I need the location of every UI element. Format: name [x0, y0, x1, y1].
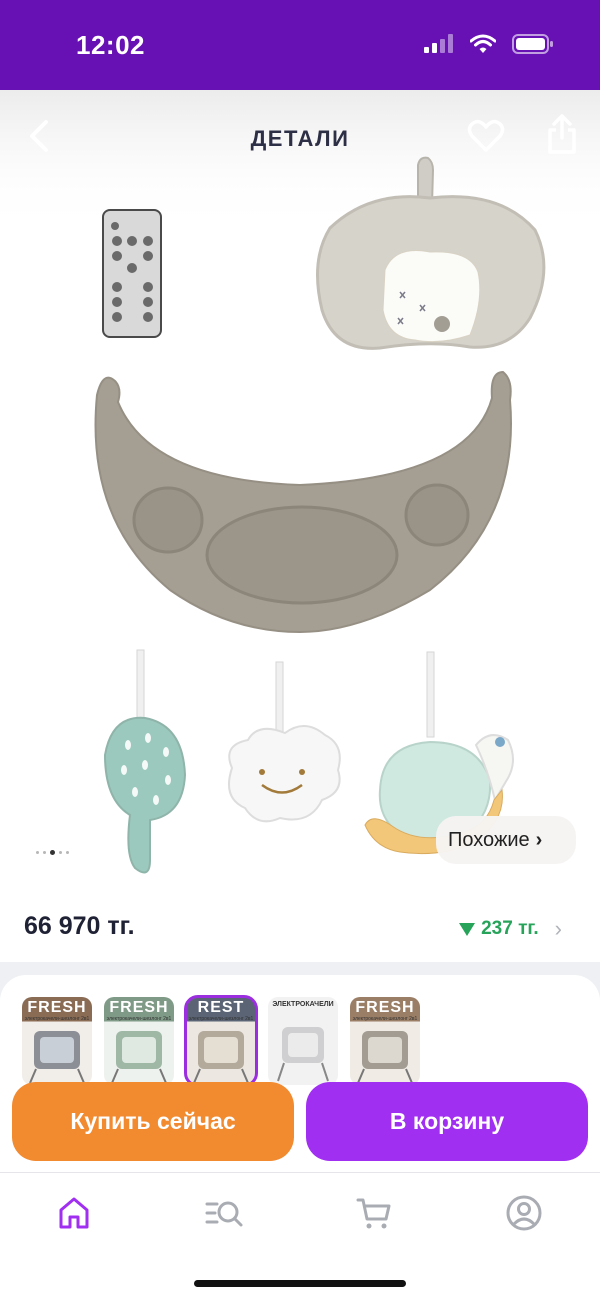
home-indicator[interactable] [194, 1280, 406, 1287]
variant-thumbnail[interactable]: FRESH электрокачели-шезлонг 2в1 [350, 997, 420, 1085]
product-image [94, 156, 546, 874]
chevron-right-icon: › [554, 916, 562, 941]
heart-icon[interactable] [466, 116, 506, 156]
tray-illustration [94, 370, 512, 634]
down-triangle-icon [459, 922, 476, 936]
remote-control-illustration [102, 209, 162, 338]
status-time: 12:02 [76, 30, 145, 60]
cart-icon[interactable] [354, 1193, 394, 1233]
page-dot-active [50, 850, 55, 855]
page-dot [36, 851, 39, 854]
profile-icon[interactable] [504, 1193, 544, 1233]
variant-thumbnail[interactable]: FRESH электрокачели-шезлонг 2в1 [104, 997, 174, 1085]
variant-thumbnails: FRESH электрокачели-шезлонг 2в1 FRESH эл… [22, 995, 420, 1087]
product-image-gallery[interactable] [0, 90, 600, 890]
gallery-page-indicator [36, 850, 69, 855]
similar-products-button[interactable]: Похожие › [436, 816, 576, 864]
buy-now-button[interactable]: Купить сейчас [12, 1082, 294, 1161]
page-title: ДЕТАЛИ [250, 126, 350, 151]
share-icon[interactable] [542, 112, 582, 156]
variant-image [111, 1031, 167, 1084]
product-details-screen: 12:02 ДЕТАЛИ Похожие › 66 970 тг. 237 тг… [0, 0, 600, 1300]
home-icon[interactable] [54, 1193, 94, 1233]
battery-icon [512, 34, 553, 54]
status-bar: 12:02 [0, 0, 600, 90]
variant-image [29, 1031, 85, 1084]
similar-label: Похожие [448, 828, 530, 851]
variant-image [193, 1031, 249, 1084]
add-to-cart-button[interactable]: В корзину [306, 1082, 588, 1161]
variant-image [357, 1031, 413, 1084]
chevron-right-icon: › [535, 828, 543, 851]
variant-image [277, 1027, 329, 1082]
signal-icon [424, 34, 453, 53]
price-change[interactable]: 237 тг. › [459, 916, 562, 942]
variant-thumbnail[interactable]: FRESH электрокачели-шезлонг 2в1 [22, 997, 92, 1085]
top-navigation-bar: ДЕТАЛИ [0, 90, 600, 182]
variant-thumbnail[interactable]: ЭЛЕКТРОКАЧЕЛИ [268, 997, 338, 1085]
head-pillow-illustration [316, 156, 546, 350]
page-dot [59, 851, 62, 854]
variant-thumbnail-selected[interactable]: REST электрокачели-шезлонг 2в1 [184, 995, 258, 1087]
status-icons [424, 33, 554, 55]
page-dot [66, 851, 69, 854]
product-price: 66 970 тг. [24, 912, 135, 940]
catalog-search-icon[interactable] [204, 1193, 244, 1233]
price-card: 66 970 тг. 237 тг. › [0, 890, 600, 962]
wifi-icon [470, 34, 496, 53]
page-dot [43, 851, 46, 854]
price-change-value: 237 тг. [481, 918, 539, 939]
